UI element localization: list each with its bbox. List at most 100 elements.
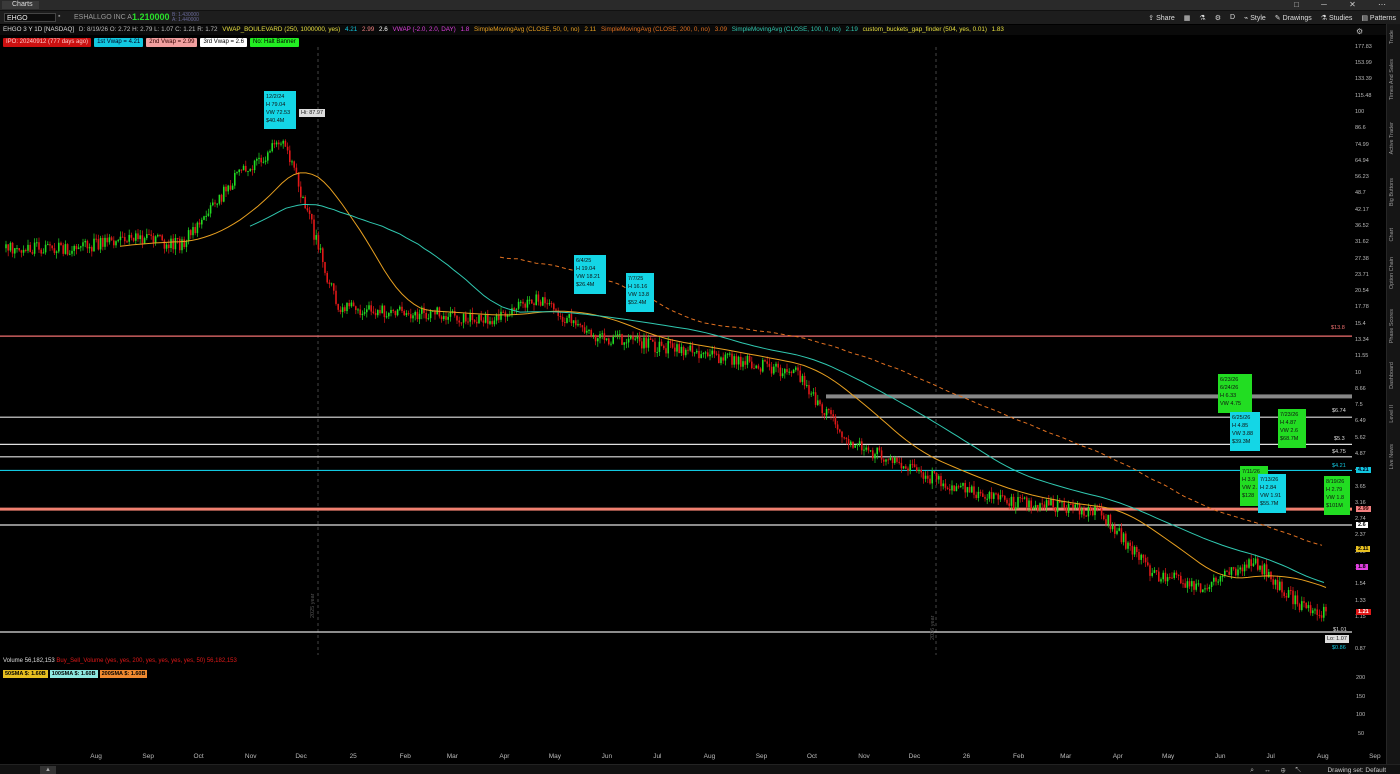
sidebar-tab-times-and-sales[interactable]: Times And Sales — [1389, 59, 1395, 100]
candle-body — [1067, 503, 1070, 513]
time-axis[interactable]: Aug Sep Oct Nov Dec 25 Feb Mar Apr May Jun Jul Aug Se… — [0, 753, 1380, 763]
grid-icon[interactable]: ▦ — [1184, 14, 1191, 22]
chart-settings-icon[interactable]: ⚙ — [1356, 27, 1363, 36]
candle-body — [493, 320, 496, 325]
candle-body — [678, 344, 680, 354]
candle-body — [777, 363, 779, 368]
candle-body — [999, 495, 1002, 500]
price-axis[interactable]: 177.83 153.99 133.39 115.48 100 86.6 74.99 64.9… — [1352, 24, 1386, 754]
candle-body — [1129, 542, 1131, 546]
style-button[interactable]: ⌁ Style — [1244, 14, 1266, 22]
sidebar-tab-option-chain[interactable]: Option Chain — [1389, 257, 1395, 289]
candle-body — [1026, 497, 1028, 508]
candle-body — [414, 311, 416, 316]
aggregation-button[interactable]: D — [1230, 14, 1235, 21]
candle-body — [141, 235, 144, 244]
candle-body — [469, 312, 471, 322]
candle-body — [951, 485, 953, 491]
expand-icon[interactable]: ▲ — [40, 766, 56, 774]
candle-body — [770, 366, 773, 374]
vwap-study[interactable]: VWAP (-2.0, 2.0, DAY) — [393, 26, 456, 33]
candle-body — [119, 236, 122, 241]
candle-body — [502, 311, 504, 313]
drawing-set[interactable]: Drawing set: Default — [1327, 766, 1386, 774]
candle-body — [674, 347, 676, 352]
sidebar-tab-live-news[interactable]: Live News — [1389, 444, 1395, 469]
time-axis-tick: Apr — [1112, 753, 1123, 760]
candle-body — [795, 367, 797, 370]
candle-body — [1202, 589, 1204, 593]
share-button[interactable]: ⇪ Share — [1148, 14, 1175, 22]
buy-sell-study[interactable]: Buy_Sell_Volume (yes, yes, 200, yes, yes… — [56, 658, 205, 664]
candle-body — [1094, 505, 1096, 516]
callout-label: 6/25/26 H 4.85 VW 3.88 $39.3M — [1230, 412, 1260, 451]
candle-body — [1010, 496, 1013, 506]
sidebar-tab-active-trader[interactable]: Active Trader — [1389, 122, 1395, 154]
candle-body — [621, 334, 623, 345]
candle-body — [363, 312, 366, 314]
flask-icon[interactable]: ⚗ — [1199, 14, 1205, 22]
candle-body — [388, 313, 390, 317]
level-label: $1.01 — [1333, 627, 1347, 633]
candle-body — [231, 185, 234, 190]
sma50-study[interactable]: SimpleMovingAvg (CLOSE, 50, 0, no) — [474, 26, 580, 33]
link-icon[interactable]: ▪ — [58, 13, 60, 20]
title-bar: Charts □ ─ ✕ ⋯ — [0, 0, 1400, 11]
candle-body — [1004, 495, 1006, 500]
vwap2-chip: 2nd Vwap = 2.99 — [146, 38, 198, 47]
gear-icon[interactable]: ⚙ — [1215, 14, 1221, 22]
time-axis-tick: May — [1162, 753, 1175, 760]
candle-body — [5, 244, 7, 249]
price-chart[interactable] — [0, 35, 1352, 655]
candle-body — [1083, 509, 1085, 516]
candle-body — [887, 459, 889, 461]
vwap-boulevard-study[interactable]: VWAP_BOULEVARD (250, 1000000, yes) — [222, 26, 340, 33]
candle-body — [1103, 515, 1105, 520]
price-axis-tick: 6.49 — [1355, 418, 1366, 425]
time-axis-tick: Jul — [1266, 753, 1275, 760]
candle-body — [676, 344, 678, 352]
candle-body — [234, 172, 236, 186]
zoom-controls[interactable]: ⌕ ↔ ⊕ ↖ — [1250, 766, 1305, 774]
candle-body — [1246, 564, 1248, 568]
charts-tab[interactable]: Charts — [2, 1, 39, 9]
candle-body — [1019, 497, 1021, 499]
candle-body — [878, 447, 881, 451]
volume-label[interactable]: Volume — [3, 658, 23, 664]
sidebar-tab-dashboard[interactable]: Dashboard — [1389, 362, 1395, 389]
candle-body — [539, 301, 542, 306]
candle-body — [627, 338, 630, 343]
candle-body — [1217, 581, 1219, 583]
sma100-study[interactable]: SimpleMovingAvg (CLOSE, 100, 0, no) — [732, 26, 841, 33]
candle-body — [117, 240, 119, 242]
drawings-button[interactable]: ✎ Drawings — [1275, 14, 1312, 22]
window-controls[interactable]: □ ─ ✕ ⋯ — [1294, 0, 1396, 9]
candle-body — [746, 355, 749, 365]
callout-label: 7/7/25 H 16.16 VW 13.8 $52.4M — [626, 273, 654, 312]
candle-body — [1241, 567, 1244, 572]
candle-body — [377, 310, 379, 316]
sidebar-tab-chart[interactable]: Chart — [1389, 228, 1395, 241]
sidebar-tab-trade[interactable]: Trade — [1389, 30, 1395, 44]
symbol-input[interactable]: EHGO — [4, 13, 56, 22]
patterns-button[interactable]: ▤ Patterns — [1361, 14, 1396, 22]
candle-body — [1252, 563, 1255, 566]
candle-body — [1215, 577, 1217, 582]
sidebar-tab-big-buttons[interactable]: Big Buttons — [1389, 178, 1395, 206]
gap-finder-study[interactable]: custom_buckets_gap_finder (504, yes, 0.0… — [863, 26, 987, 33]
sidebar-tab-level-ii[interactable]: Level II — [1389, 405, 1395, 423]
candle-body — [291, 161, 293, 163]
sma200-line — [499, 256, 1323, 546]
candle-body — [293, 161, 295, 168]
sma200-study[interactable]: SimpleMovingAvg (CLOSE, 200, 0, no) — [601, 26, 710, 33]
candle-body — [555, 309, 557, 311]
candle-body — [748, 355, 751, 362]
candle-body — [986, 498, 988, 500]
sidebar-tab-phase-scores[interactable]: Phase Scores — [1389, 309, 1395, 343]
candle-body — [443, 316, 445, 320]
studies-button[interactable]: ⚗ Studies — [1321, 14, 1353, 22]
candle-body — [1213, 577, 1215, 582]
time-axis-tick: Feb — [1013, 753, 1025, 760]
last-price: 1.210000 — [132, 12, 170, 22]
chart-title[interactable]: EHGO 3 Y 1D [NASDAQ] — [0, 26, 74, 33]
